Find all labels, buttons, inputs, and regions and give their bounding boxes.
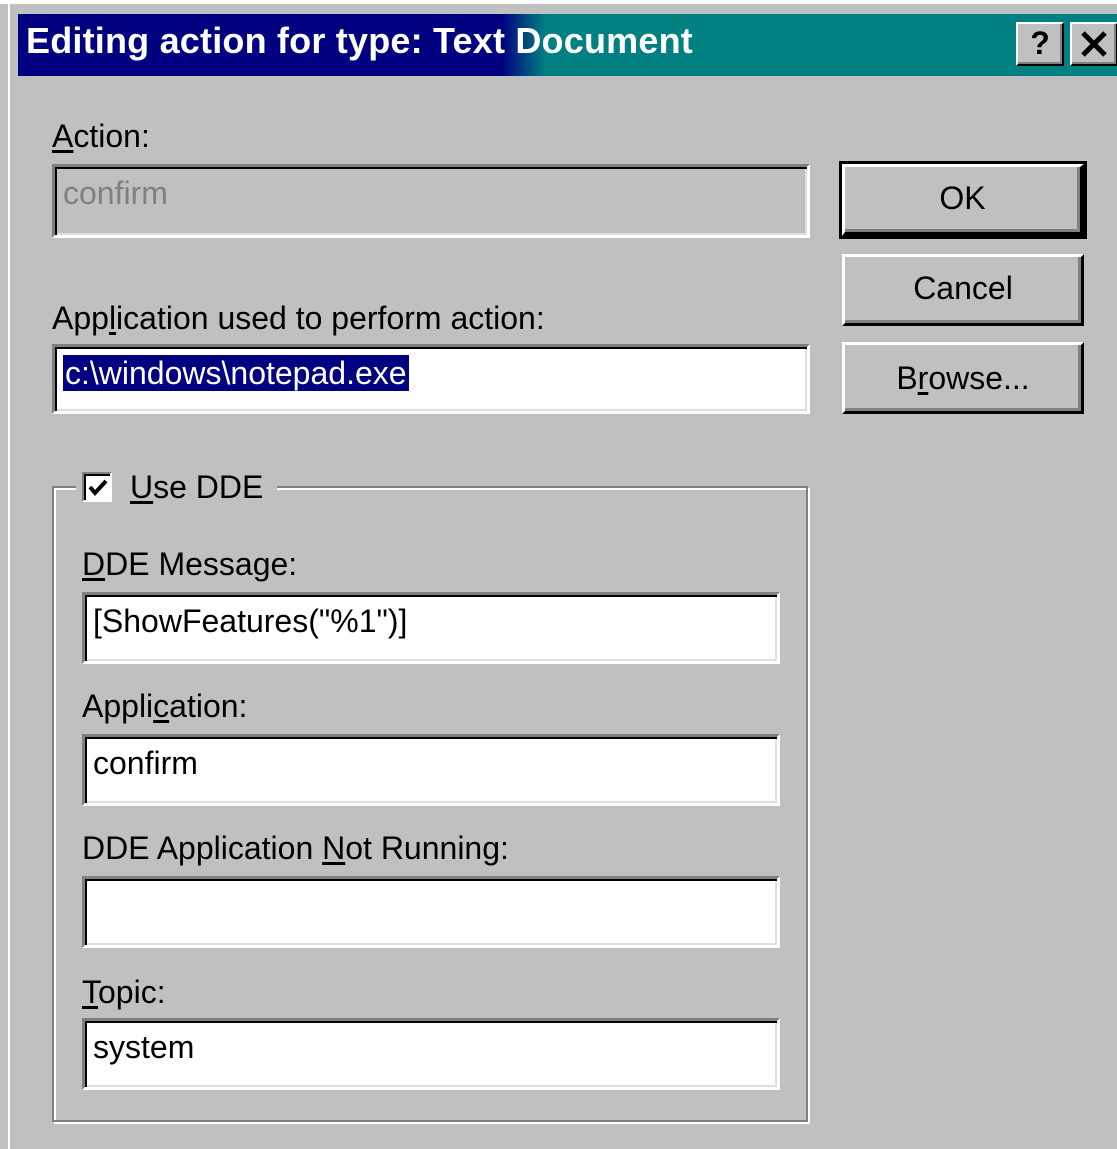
cancel-button[interactable]: Cancel bbox=[842, 254, 1084, 326]
ok-button[interactable]: OK bbox=[839, 161, 1087, 239]
app-path-label-accel: l bbox=[108, 300, 117, 336]
dde-message-label-text: DE Message: bbox=[105, 546, 298, 582]
app-path-label-post: ication used to perform action: bbox=[116, 300, 545, 336]
use-dde-label-text: se DDE bbox=[153, 468, 264, 505]
help-button[interactable]: ? bbox=[1016, 22, 1064, 66]
app-path-label-pre: App bbox=[52, 300, 109, 336]
dde-message-label-accel: D bbox=[82, 546, 106, 582]
application-path-label: Application used to perform action: bbox=[52, 300, 545, 337]
dialog-left-edge bbox=[8, 0, 10, 1149]
dde-application-value: confirm bbox=[93, 745, 198, 781]
dde-message-input[interactable]: [ShowFeatures("%1")] bbox=[82, 592, 780, 664]
browse-label-post: owse... bbox=[928, 360, 1030, 396]
dde-app-label-post: ation: bbox=[169, 688, 248, 724]
edit-action-dialog: Editing action for type: Text Document ?… bbox=[0, 0, 1117, 1149]
checkmark-icon bbox=[88, 479, 108, 497]
dde-app-label-accel: c bbox=[153, 688, 170, 724]
use-dde-label: Use DDE bbox=[130, 469, 263, 506]
action-input[interactable]: confirm bbox=[52, 164, 810, 238]
topic-label-text: opic: bbox=[98, 974, 166, 1010]
dde-message-label: DDE Message: bbox=[82, 546, 297, 583]
close-button[interactable] bbox=[1070, 22, 1117, 66]
application-path-input[interactable]: c:\windows\notepad.exe bbox=[52, 344, 810, 414]
action-label-text: ction: bbox=[73, 118, 150, 154]
browse-button[interactable]: Browse... bbox=[842, 342, 1084, 414]
topic-value: system bbox=[93, 1029, 195, 1065]
action-label: Action: bbox=[52, 118, 150, 155]
topic-label: Topic: bbox=[82, 974, 166, 1011]
action-value: confirm bbox=[63, 175, 168, 211]
dialog-title: Editing action for type: Text Document bbox=[26, 20, 693, 61]
browse-label-pre: B bbox=[896, 360, 918, 396]
title-bar[interactable]: Editing action for type: Text Document ? bbox=[18, 14, 1117, 76]
application-path-value: c:\windows\notepad.exe bbox=[63, 355, 409, 391]
dde-message-value: [ShowFeatures("%1")] bbox=[93, 603, 408, 639]
dde-not-running-input[interactable] bbox=[82, 876, 780, 948]
dde-not-running-label-post: ot Running: bbox=[345, 830, 509, 866]
browse-label-accel: r bbox=[917, 360, 929, 396]
dde-app-label-pre: Appli bbox=[82, 688, 154, 724]
dialog-top-edge bbox=[0, 0, 1117, 4]
dde-application-label: Application: bbox=[82, 688, 247, 725]
topic-label-accel: T bbox=[82, 974, 98, 1010]
dde-not-running-label-pre: DDE Application bbox=[82, 830, 323, 866]
dde-application-input[interactable]: confirm bbox=[82, 734, 780, 806]
close-icon bbox=[1081, 31, 1107, 57]
action-label-accel: A bbox=[52, 118, 74, 154]
use-dde-checkbox-row[interactable]: Use DDE bbox=[76, 460, 278, 514]
use-dde-label-accel: U bbox=[130, 468, 154, 505]
use-dde-checkbox[interactable] bbox=[82, 472, 112, 502]
topic-input[interactable]: system bbox=[82, 1018, 780, 1090]
dde-not-running-label-accel: N bbox=[322, 830, 346, 866]
dde-not-running-label: DDE Application Not Running: bbox=[82, 830, 509, 867]
